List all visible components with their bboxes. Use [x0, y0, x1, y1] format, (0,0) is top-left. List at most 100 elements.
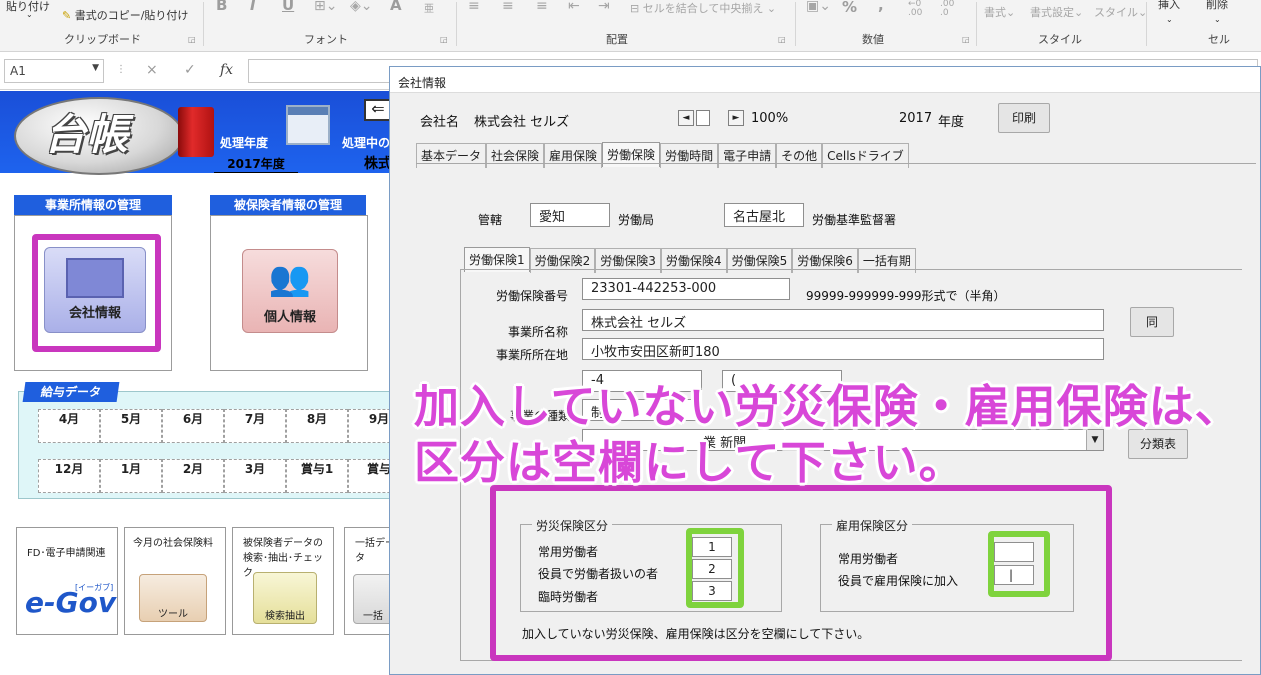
- ribbon: 貼り付け ⌄ ✎ 書式のコピー/貼り付け クリップボード ◲ B I U ⊞⌄ …: [0, 0, 1261, 52]
- month-cell[interactable]: 4月: [38, 409, 100, 443]
- prefecture-field[interactable]: 愛知: [530, 203, 610, 227]
- font-launcher-icon[interactable]: ◲: [440, 35, 448, 44]
- insurance-number-format: 99999-999999-999形式で（半角）: [806, 289, 1006, 303]
- bold-button[interactable]: B: [216, 0, 227, 14]
- company-info-highlight: [32, 234, 161, 352]
- alignment-launcher-icon[interactable]: ◲: [778, 35, 786, 44]
- sheet-area: 台帳 処理年度 処理中の ⇐ 2017年度 株式 事業所情報の管理 被保険者情報…: [0, 91, 392, 675]
- month-cell[interactable]: 6月: [162, 409, 224, 443]
- delete-button[interactable]: 削除 ⌄: [1206, 0, 1228, 25]
- clipboard-launcher-icon[interactable]: ◲: [188, 35, 196, 44]
- border-icon[interactable]: ⊞⌄: [314, 0, 337, 14]
- egov-tool-title: FD･電子申請関連: [27, 548, 106, 559]
- egov-logo-sub: [イーガブ]: [75, 583, 114, 592]
- insert-dropdown-icon: ⌄: [1166, 15, 1173, 24]
- month-cell[interactable]: 12月: [38, 459, 100, 493]
- align-center-icon[interactable]: ≡: [502, 0, 514, 14]
- ribbon-separator: [976, 2, 977, 46]
- month-cell[interactable]: 3月: [224, 459, 286, 493]
- search-tool[interactable]: 被保険者データの検索･抽出･チェック 検索抽出: [232, 527, 334, 635]
- delete-dropdown-icon: ⌄: [1214, 15, 1221, 24]
- group-style: スタイル: [1038, 33, 1082, 46]
- fill-color-icon[interactable]: ◈⌄: [350, 0, 373, 14]
- month-cell[interactable]: 1月: [100, 459, 162, 493]
- personal-info-button[interactable]: 👥 個人情報: [242, 249, 338, 333]
- company-name-label: 会社名: [420, 115, 460, 130]
- font-color-button[interactable]: A: [390, 0, 402, 14]
- group-alignment: 配置: [606, 33, 628, 46]
- month-cell[interactable]: 賞与: [348, 459, 392, 493]
- month-cell[interactable]: 5月: [100, 409, 162, 443]
- office-name-field[interactable]: 株式会社 セルズ: [582, 309, 1104, 331]
- year-suffix: 年度: [938, 115, 965, 130]
- number-launcher-icon[interactable]: ◲: [962, 35, 970, 44]
- tab-employment-insurance[interactable]: 雇用保険: [544, 143, 603, 168]
- month-cell[interactable]: 9月: [348, 409, 392, 443]
- month-cell[interactable]: 8月: [286, 409, 348, 443]
- format-painter-button[interactable]: ✎ 書式のコピー/貼り付け: [62, 7, 188, 23]
- paste-dropdown-icon[interactable]: ⌄: [26, 10, 33, 19]
- labor-bureau-label: 労働局: [618, 213, 655, 227]
- insert-button[interactable]: 挿入 ⌄: [1158, 0, 1180, 25]
- tab-basic-data[interactable]: 基本データ: [416, 143, 487, 168]
- inspection-office-field[interactable]: 名古屋北: [724, 203, 804, 227]
- office-address-field[interactable]: 小牧市安田区新町180: [582, 338, 1104, 360]
- month-cell[interactable]: 2月: [162, 459, 224, 493]
- cell-style-label: スタイル: [1094, 6, 1138, 19]
- increase-decimal-button[interactable]: ←0.00: [908, 0, 922, 18]
- enter-button[interactable]: ✓: [184, 62, 196, 78]
- insert-function-button[interactable]: fx: [220, 62, 233, 78]
- personal-info-label: 個人情報: [263, 310, 316, 325]
- decrease-decimal-button[interactable]: .00.0: [940, 0, 954, 18]
- processing-company-label: 処理中の: [342, 136, 391, 150]
- name-box[interactable]: A1 ▼: [4, 59, 104, 83]
- calendar-icon: [286, 105, 330, 145]
- tab-social-insurance[interactable]: 社会保険: [486, 143, 545, 168]
- insurance-number-field[interactable]: 23301-442253-000: [582, 278, 790, 300]
- logo-text: 台帳: [44, 110, 129, 159]
- bulk-data-tool[interactable]: 一括データ 一括: [344, 527, 392, 635]
- tool-icon: ツール: [139, 574, 207, 622]
- tab-cells-drive[interactable]: Cellsドライブ: [822, 143, 909, 168]
- align-left-icon[interactable]: ≡: [468, 0, 480, 14]
- outdent-icon[interactable]: ⇤: [568, 0, 580, 14]
- comma-button[interactable]: ,: [878, 0, 884, 14]
- cell-style-button[interactable]: スタイル⌄: [1094, 4, 1147, 20]
- percent-button[interactable]: %: [842, 0, 857, 16]
- egov-tool[interactable]: FD･電子申請関連 e-Gov [イーガブ]: [16, 527, 118, 635]
- insurance-tool[interactable]: 今月の社会保険料 ツール: [124, 527, 226, 635]
- processing-company-value: 株式: [364, 156, 392, 172]
- accounting-format-icon[interactable]: ▣⌄: [806, 0, 831, 14]
- ribbon-separator: [456, 2, 457, 46]
- person-icon: 👥: [268, 259, 312, 299]
- tab-e-application[interactable]: 電子申請: [718, 143, 777, 168]
- same-button[interactable]: 同: [1130, 307, 1174, 337]
- italic-button[interactable]: I: [250, 0, 256, 14]
- underline-button[interactable]: U: [282, 0, 294, 14]
- merge-icon: ⊟: [630, 2, 640, 15]
- tab-working-hours[interactable]: 労働時間: [660, 143, 719, 168]
- month-cell[interactable]: 7月: [224, 409, 286, 443]
- conditional-format-button[interactable]: 書式⌄: [984, 4, 1015, 20]
- delete-label: 削除: [1206, 0, 1228, 11]
- cancel-button[interactable]: ×: [146, 62, 158, 78]
- tab-other[interactable]: その他: [776, 143, 823, 168]
- zoom-next-button[interactable]: ►: [728, 110, 744, 126]
- chevron-down-icon[interactable]: ▼: [92, 63, 99, 73]
- tab-divider: [416, 163, 1256, 164]
- processing-year-label: 処理年度: [220, 136, 269, 150]
- indent-icon[interactable]: ⇥: [598, 0, 610, 14]
- zoom-slider-thumb[interactable]: [696, 110, 710, 126]
- year-value: 2017: [899, 111, 933, 126]
- month-cell[interactable]: 賞与1: [286, 459, 348, 493]
- conditional-format-label: 書式: [984, 6, 1006, 19]
- format-as-table-button[interactable]: 書式設定⌄: [1030, 4, 1083, 20]
- bulk-data-tool-title: 一括データ: [355, 538, 392, 564]
- print-button[interactable]: 印刷: [998, 103, 1050, 133]
- back-arrow-icon[interactable]: ⇐: [364, 99, 392, 121]
- merge-center-button[interactable]: ⊟ セルを結合して中央揃え ⌄: [630, 0, 776, 16]
- phonetic-icon[interactable]: 亜: [424, 0, 434, 15]
- tool-icon-label: ツール: [158, 609, 188, 620]
- zoom-prev-button[interactable]: ◄: [678, 110, 694, 126]
- align-right-icon[interactable]: ≡: [536, 0, 548, 14]
